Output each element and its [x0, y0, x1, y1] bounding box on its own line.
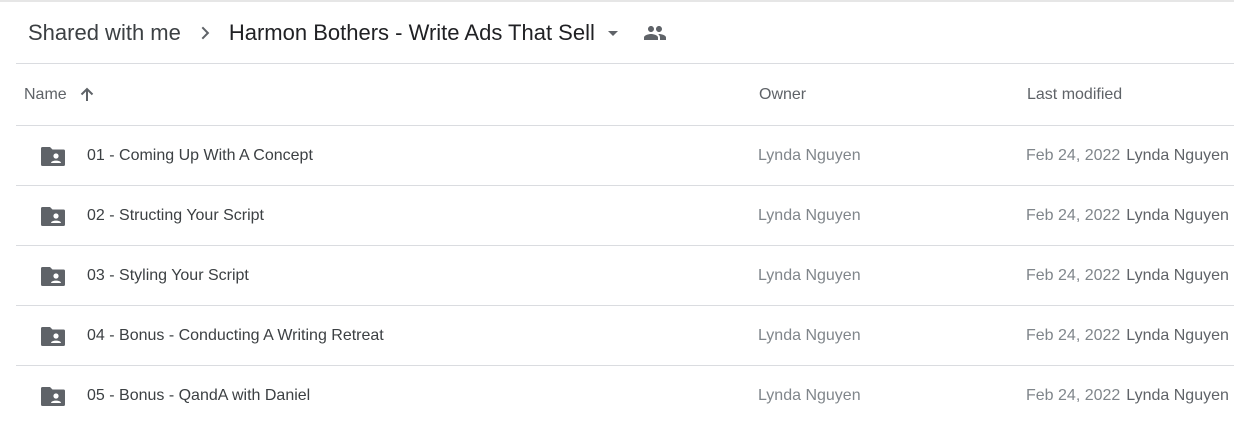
table-row[interactable]: 04 - Bonus - Conducting A Writing Retrea… [16, 306, 1234, 366]
caret-down-icon[interactable] [601, 21, 625, 45]
column-header-name[interactable]: Name [24, 64, 97, 126]
chevron-right-icon [188, 21, 222, 45]
column-header-owner[interactable]: Owner [759, 64, 806, 126]
file-owner: Lynda Nguyen [758, 387, 861, 404]
file-name: 02 - Structing Your Script [87, 207, 264, 224]
file-last-modified: Feb 24, 2022 Lynda Nguyen [1026, 186, 1229, 246]
column-header-last-modified[interactable]: Last modified [1027, 64, 1122, 126]
modified-date: Feb 24, 2022 [1026, 207, 1121, 224]
table-row[interactable]: 02 - Structing Your Script Lynda Nguyen … [16, 186, 1234, 246]
file-owner: Lynda Nguyen [758, 267, 861, 284]
shared-folder-icon [40, 204, 66, 228]
arrow-up-icon[interactable] [77, 85, 97, 105]
file-last-modified: Feb 24, 2022 Lynda Nguyen [1026, 126, 1229, 186]
file-list: 01 - Coming Up With A Concept Lynda Nguy… [16, 126, 1234, 426]
file-owner: Lynda Nguyen [758, 207, 861, 224]
file-owner: Lynda Nguyen [758, 327, 861, 344]
modified-date: Feb 24, 2022 [1026, 267, 1121, 284]
modified-by: Lynda Nguyen [1126, 147, 1229, 164]
modified-date: Feb 24, 2022 [1026, 327, 1121, 344]
column-header-row: Name Owner Last modified [16, 64, 1234, 126]
modified-by: Lynda Nguyen [1126, 327, 1229, 344]
file-last-modified: Feb 24, 2022 Lynda Nguyen [1026, 306, 1229, 366]
file-name: 04 - Bonus - Conducting A Writing Retrea… [87, 327, 384, 344]
breadcrumb-current-folder[interactable]: Harmon Bothers - Write Ads That Sell [229, 20, 625, 46]
breadcrumb: Shared with me Harmon Bothers - Write Ad… [16, 2, 1234, 64]
shared-folder-icon [40, 384, 66, 408]
file-last-modified: Feb 24, 2022 Lynda Nguyen [1026, 366, 1229, 426]
file-name: 01 - Coming Up With A Concept [87, 147, 313, 164]
file-owner: Lynda Nguyen [758, 147, 861, 164]
table-row[interactable]: 01 - Coming Up With A Concept Lynda Nguy… [16, 126, 1234, 186]
modified-by: Lynda Nguyen [1126, 387, 1229, 404]
people-icon[interactable] [643, 21, 667, 45]
shared-folder-icon [40, 264, 66, 288]
breadcrumb-shared-with-me[interactable]: Shared with me [28, 20, 181, 46]
file-name: 05 - Bonus - QandA with Daniel [87, 387, 311, 404]
table-row[interactable]: 05 - Bonus - QandA with Daniel Lynda Ngu… [16, 366, 1234, 426]
shared-folder-icon [40, 324, 66, 348]
table-row[interactable]: 03 - Styling Your Script Lynda Nguyen Fe… [16, 246, 1234, 306]
modified-date: Feb 24, 2022 [1026, 387, 1121, 404]
file-name: 03 - Styling Your Script [87, 267, 249, 284]
column-header-name-label: Name [24, 86, 67, 103]
file-last-modified: Feb 24, 2022 Lynda Nguyen [1026, 246, 1229, 306]
modified-by: Lynda Nguyen [1126, 207, 1229, 224]
current-folder-title: Harmon Bothers - Write Ads That Sell [228, 19, 595, 45]
modified-date: Feb 24, 2022 [1026, 147, 1121, 164]
shared-folder-icon [40, 144, 66, 168]
modified-by: Lynda Nguyen [1126, 267, 1229, 284]
